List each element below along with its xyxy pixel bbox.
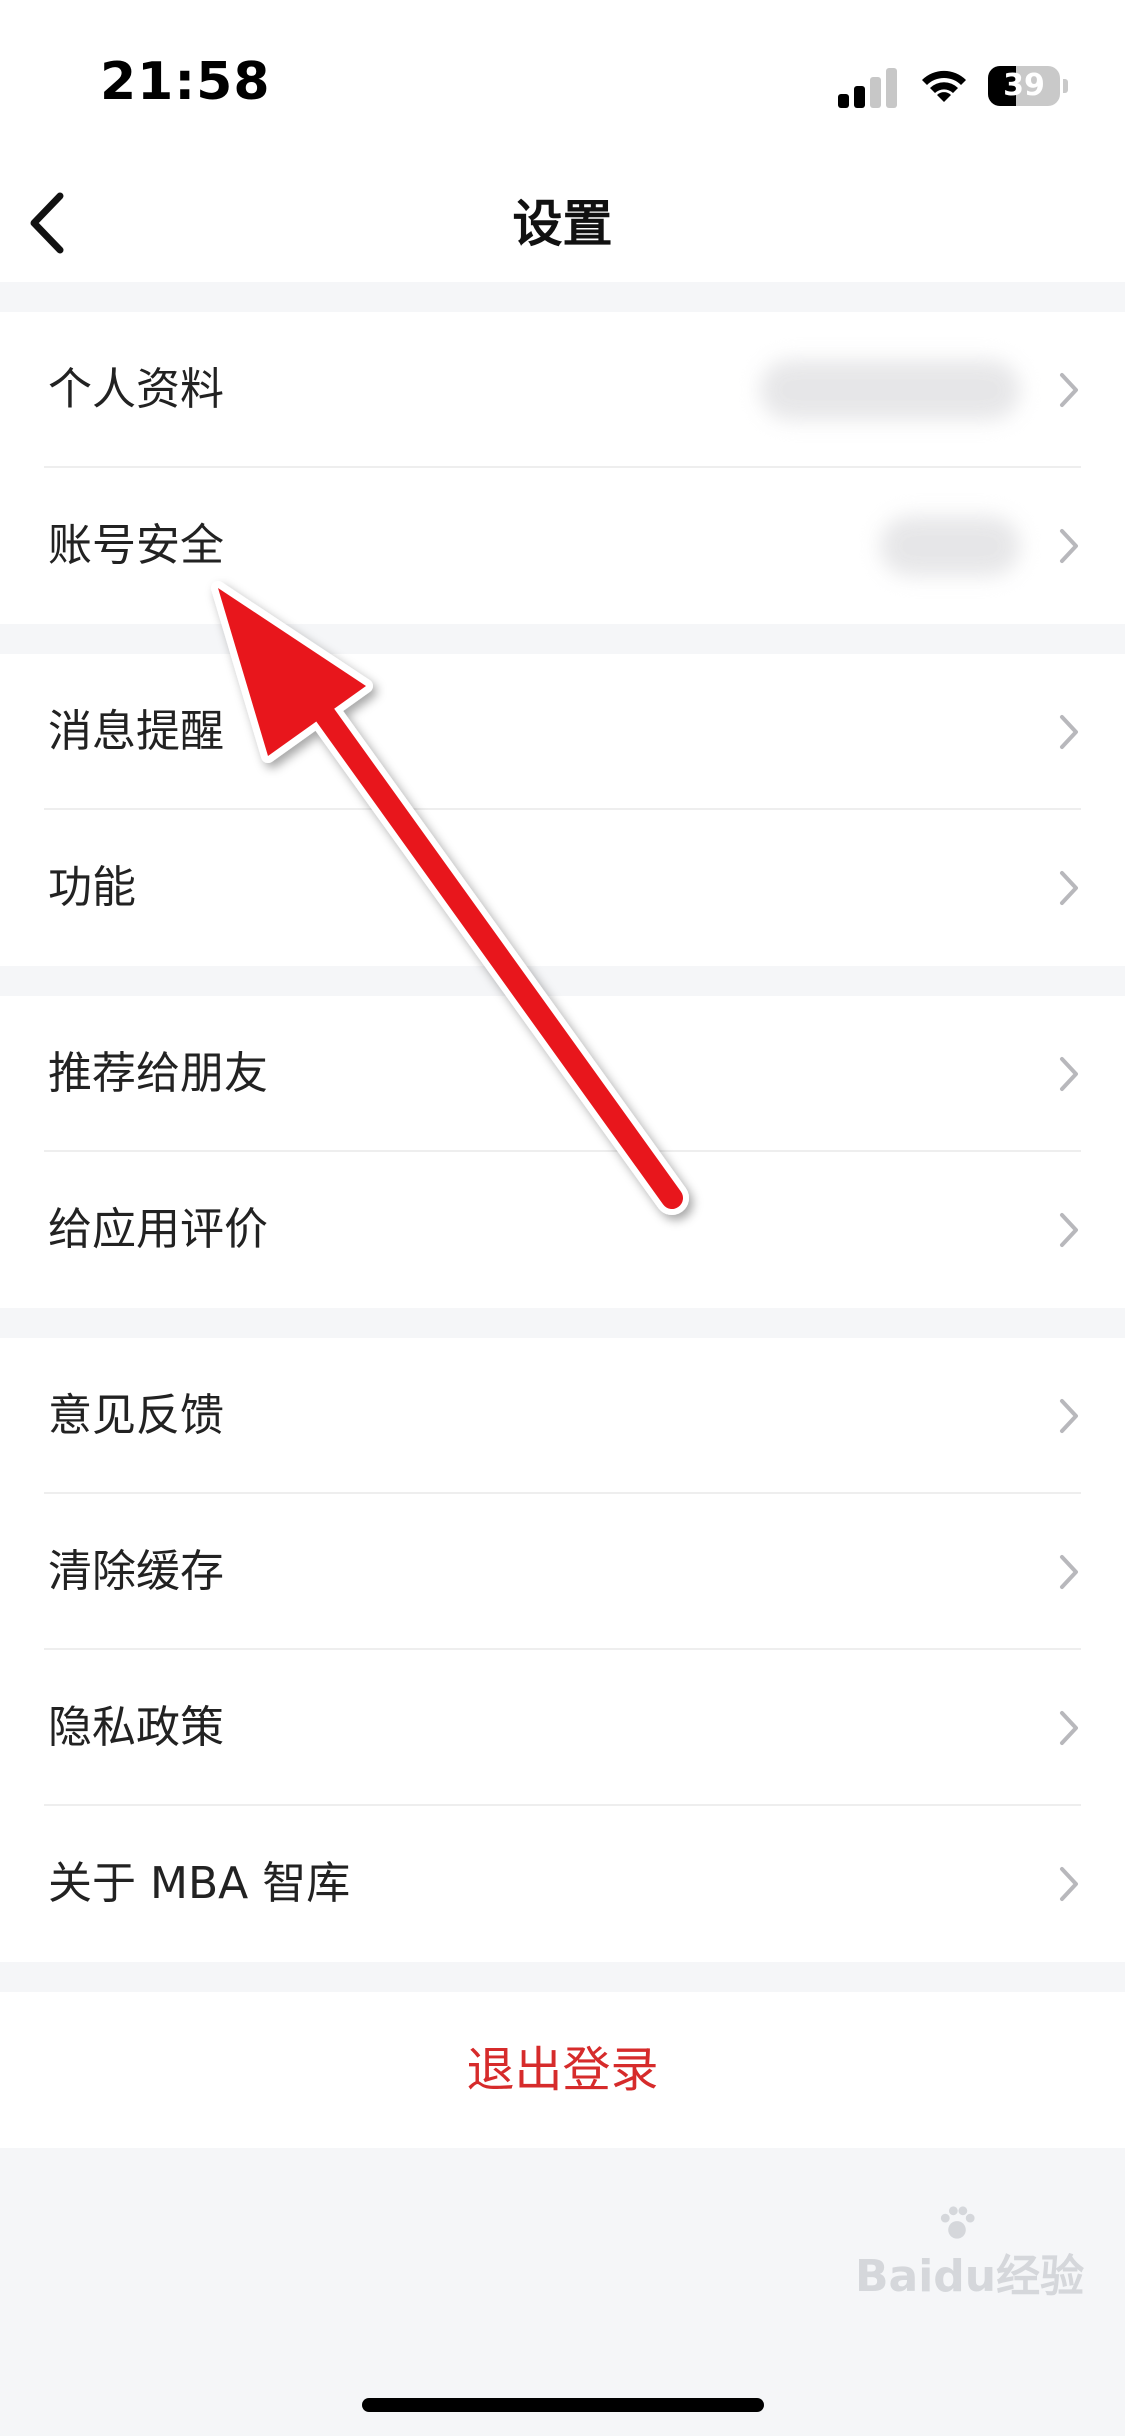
cellular-signal-icon bbox=[838, 66, 898, 108]
chevron-right-icon bbox=[1060, 1213, 1078, 1247]
status-bar: 21:58 39 bbox=[0, 0, 1125, 160]
chevron-right-icon bbox=[1060, 1057, 1078, 1091]
chevron-right-icon bbox=[1060, 529, 1078, 563]
settings-item-profile[interactable]: 个人资料 bbox=[0, 312, 1125, 468]
settings-item-clear-cache[interactable]: 清除缓存 bbox=[0, 1494, 1125, 1650]
settings-item-label: 账号安全 bbox=[48, 520, 224, 571]
settings-item-label: 个人资料 bbox=[48, 364, 224, 415]
settings-item-notifications[interactable]: 消息提醒 bbox=[0, 654, 1125, 810]
chevron-right-icon bbox=[1060, 715, 1078, 749]
home-indicator[interactable] bbox=[362, 2398, 764, 2412]
settings-item-label: 给应用评价 bbox=[48, 1204, 268, 1255]
wifi-icon bbox=[922, 70, 966, 102]
chevron-right-icon bbox=[1060, 1399, 1078, 1433]
settings-item-label: 清除缓存 bbox=[48, 1546, 224, 1597]
baidu-watermark: Baidu经验 bbox=[855, 2206, 1095, 2320]
settings-item-label: 意见反馈 bbox=[48, 1390, 224, 1441]
settings-item-label: 关于 MBA 智库 bbox=[48, 1858, 351, 1909]
settings-item-about[interactable]: 关于 MBA 智库 bbox=[0, 1806, 1125, 1962]
chevron-right-icon bbox=[1060, 871, 1078, 905]
chevron-right-icon bbox=[1060, 1867, 1078, 1901]
chevron-right-icon bbox=[1060, 1711, 1078, 1745]
logout-group: 退出登录 bbox=[0, 1992, 1125, 2148]
blurred-value bbox=[760, 360, 1020, 420]
settings-item-label: 功能 bbox=[48, 862, 136, 913]
logout-button[interactable]: 退出登录 bbox=[0, 1992, 1125, 2148]
settings-item-recommend[interactable]: 推荐给朋友 bbox=[0, 996, 1125, 1152]
settings-group-notifications: 消息提醒 功能 bbox=[0, 654, 1125, 966]
watermark-text: Baidu经验 bbox=[855, 2251, 1085, 2302]
settings-item-privacy-policy[interactable]: 隐私政策 bbox=[0, 1650, 1125, 1806]
settings-item-label: 推荐给朋友 bbox=[48, 1048, 268, 1099]
settings-item-features[interactable]: 功能 bbox=[0, 810, 1125, 966]
chevron-right-icon bbox=[1060, 373, 1078, 407]
settings-item-label: 消息提醒 bbox=[48, 706, 224, 757]
settings-item-account-security[interactable]: 账号安全 bbox=[0, 468, 1125, 624]
settings-group-misc: 意见反馈 清除缓存 隐私政策 关于 MBA 智库 bbox=[0, 1338, 1125, 1962]
navigation-bar: 设置 bbox=[0, 160, 1125, 282]
battery-level: 39 bbox=[1003, 68, 1045, 103]
settings-group-share: 推荐给朋友 给应用评价 bbox=[0, 996, 1125, 1308]
battery-icon: 39 bbox=[988, 66, 1068, 106]
blurred-value bbox=[880, 516, 1020, 576]
settings-screen: 21:58 39 设置 个人资料 账号安全 消息提醒 功能 推荐给朋友 给应用评… bbox=[0, 0, 1125, 2436]
status-time: 21:58 bbox=[100, 52, 271, 112]
settings-group-account: 个人资料 账号安全 bbox=[0, 312, 1125, 624]
page-title: 设置 bbox=[512, 195, 613, 253]
chevron-right-icon bbox=[1060, 1555, 1078, 1589]
settings-item-label: 隐私政策 bbox=[48, 1702, 224, 1753]
settings-item-feedback[interactable]: 意见反馈 bbox=[0, 1338, 1125, 1494]
settings-item-rate-app[interactable]: 给应用评价 bbox=[0, 1152, 1125, 1308]
